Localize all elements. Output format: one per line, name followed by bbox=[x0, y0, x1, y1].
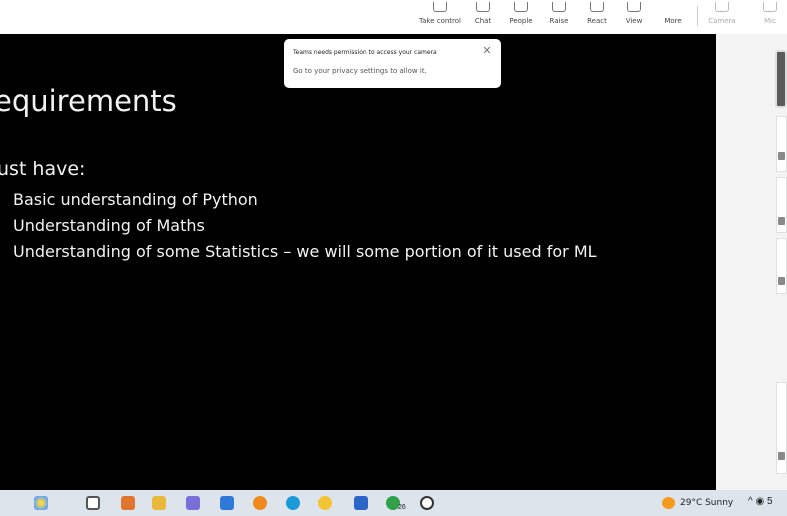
participant-avatar-icon bbox=[778, 152, 785, 160]
mic-icon bbox=[763, 2, 777, 12]
close-icon[interactable]: ✕ bbox=[481, 45, 493, 57]
system-tray[interactable]: ^ ◉ 5 bbox=[748, 496, 773, 507]
toast-title: Teams needs permission to access your ca… bbox=[293, 49, 437, 56]
participants-panel bbox=[716, 34, 787, 490]
chatgpt-icon[interactable] bbox=[420, 496, 434, 510]
shared-screen-slide: equirements ust have: Basic understandin… bbox=[0, 34, 716, 490]
mic-label: Mic bbox=[764, 17, 776, 25]
camera-permission-toast[interactable]: Teams needs permission to access your ca… bbox=[284, 39, 501, 88]
teams-meeting-window: Take control Chat People Raise React Vie… bbox=[0, 0, 787, 516]
toolbar-divider bbox=[697, 6, 698, 26]
participant-video-thumbnail[interactable] bbox=[775, 50, 787, 108]
participant-avatar-icon bbox=[778, 217, 785, 225]
notification-badge: 26 bbox=[398, 504, 406, 511]
slide-subtitle: ust have: bbox=[0, 158, 86, 180]
more-button[interactable]: More bbox=[651, 0, 695, 34]
weather-readout[interactable]: 29°C Sunny bbox=[680, 498, 733, 508]
take-control-icon bbox=[433, 2, 447, 12]
participant-card[interactable] bbox=[776, 382, 787, 474]
firefox-icon[interactable] bbox=[253, 496, 267, 510]
camera-button[interactable]: Camera bbox=[700, 0, 744, 34]
participant-card[interactable] bbox=[776, 116, 787, 172]
task-view-icon[interactable] bbox=[86, 496, 100, 510]
meeting-toolbar: Take control Chat People Raise React Vie… bbox=[0, 0, 787, 34]
react-icon bbox=[590, 2, 604, 12]
camera-label: Camera bbox=[708, 17, 736, 25]
file-explorer-icon[interactable] bbox=[152, 496, 166, 510]
store-icon[interactable] bbox=[220, 496, 234, 510]
take-control-label: Take control bbox=[418, 17, 461, 25]
bullet-item: Understanding of Maths bbox=[13, 216, 205, 235]
copilot-icon[interactable] bbox=[34, 496, 48, 510]
chrome-icon[interactable] bbox=[318, 496, 332, 510]
take-control-button[interactable]: Take control bbox=[418, 0, 462, 34]
slide-title: equirements bbox=[0, 84, 177, 118]
more-label: More bbox=[664, 17, 682, 25]
view-label: View bbox=[625, 17, 643, 25]
raise-label: Raise bbox=[549, 17, 569, 25]
raise-hand-icon bbox=[552, 2, 566, 12]
people-label: People bbox=[509, 17, 533, 25]
people-icon bbox=[514, 2, 528, 12]
weather-sun-icon bbox=[662, 497, 675, 509]
chat-label: Chat bbox=[474, 17, 492, 25]
slide-bullet-list: Basic understanding of Python Understand… bbox=[13, 187, 597, 265]
more-icon bbox=[666, 2, 680, 12]
toast-body: Go to your privacy settings to allow it. bbox=[293, 67, 427, 75]
camera-icon bbox=[715, 2, 729, 12]
edge-icon[interactable] bbox=[286, 496, 300, 510]
bullet-item: Basic understanding of Python bbox=[13, 190, 258, 209]
mic-button[interactable]: Mic bbox=[748, 0, 787, 34]
windows-taskbar: 26 29°C Sunny ^ ◉ 5 bbox=[0, 490, 787, 516]
app-icon[interactable] bbox=[186, 496, 200, 510]
view-icon bbox=[627, 2, 641, 12]
view-button[interactable]: View bbox=[612, 0, 656, 34]
participant-card[interactable] bbox=[776, 238, 787, 294]
chat-icon bbox=[476, 2, 490, 12]
bullet-item: Understanding of some Statistics – we wi… bbox=[13, 242, 597, 261]
app-icon[interactable] bbox=[354, 496, 368, 510]
app-icon[interactable] bbox=[121, 496, 135, 510]
participant-avatar-icon bbox=[778, 452, 785, 460]
react-label: React bbox=[587, 17, 607, 25]
participant-avatar-icon bbox=[778, 277, 785, 285]
